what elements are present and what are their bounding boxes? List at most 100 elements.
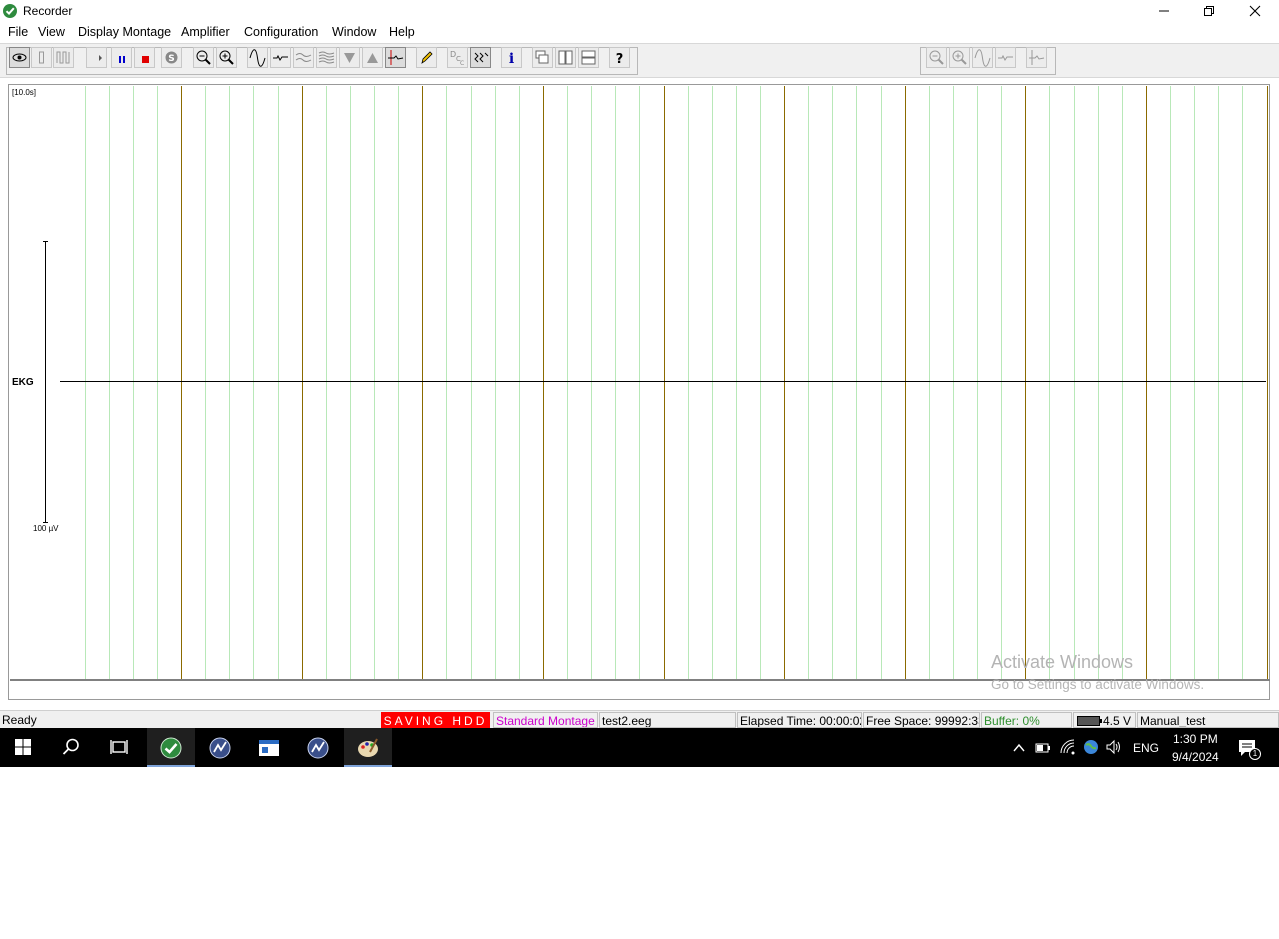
baseline-marker-icon xyxy=(1029,50,1045,65)
impedance-button[interactable] xyxy=(31,47,52,68)
start-button[interactable] xyxy=(0,728,48,767)
close-button[interactable] xyxy=(1232,0,1278,22)
minimize-icon xyxy=(1159,10,1169,12)
notification-count-badge: 1 xyxy=(1249,748,1261,760)
signal-grid xyxy=(43,86,1268,680)
menu-bar: File View Display Montage Amplifier Conf… xyxy=(0,22,1279,43)
dc-correction-button[interactable]: DCC xyxy=(447,47,468,68)
play-icon xyxy=(99,55,102,61)
taskbar-paint-app[interactable] xyxy=(344,728,392,767)
secondary-scale-up-button[interactable] xyxy=(972,47,993,68)
pencil-icon xyxy=(421,51,433,64)
pause-button[interactable] xyxy=(111,47,132,68)
menu-amplifier[interactable]: Amplifier xyxy=(181,25,230,39)
menu-file[interactable]: File xyxy=(8,25,28,39)
taskbar-analyzer-app-1[interactable] xyxy=(196,728,244,767)
more-channels-button[interactable] xyxy=(316,47,337,68)
wave-small-icon xyxy=(273,54,288,61)
page-down-button[interactable] xyxy=(339,47,360,68)
baseline-button[interactable] xyxy=(385,47,406,68)
page-up-button[interactable] xyxy=(362,47,383,68)
status-workspace: Manual_test xyxy=(1137,712,1279,728)
tile-vertical-button[interactable] xyxy=(555,47,576,68)
taskbar-recorder-app[interactable] xyxy=(147,728,195,767)
task-view-icon xyxy=(110,740,128,754)
taskbar-analyzer-app-2[interactable] xyxy=(294,728,342,767)
maximize-button[interactable] xyxy=(1186,0,1232,22)
status-battery-voltage: 4.5 V xyxy=(1103,714,1132,728)
clock-date[interactable]: 9/4/2024 xyxy=(1172,750,1219,764)
analyzer-app-icon xyxy=(209,737,231,759)
zoom-out-button[interactable] xyxy=(193,47,214,68)
status-file-name: test2.eeg xyxy=(599,712,736,728)
cascade-icon xyxy=(535,50,549,64)
action-center-button[interactable]: 1 xyxy=(1237,738,1261,760)
battery-tray-icon[interactable] xyxy=(1034,740,1052,756)
start-monitoring-button[interactable] xyxy=(86,47,107,68)
show-hidden-icons-chevron-icon[interactable] xyxy=(1012,741,1026,755)
recorder-app-icon xyxy=(160,737,182,759)
impedance-icon xyxy=(39,51,44,64)
language-indicator[interactable]: ENG xyxy=(1133,741,1159,755)
secondary-baseline-button[interactable] xyxy=(1026,47,1047,68)
filter-button[interactable] xyxy=(470,47,491,68)
annotation-pen-button[interactable] xyxy=(416,47,437,68)
window-title: Recorder xyxy=(23,4,73,18)
triangle-up-icon xyxy=(367,53,378,63)
secondary-zoom-out-button[interactable] xyxy=(926,47,947,68)
secondary-zoom-in-button[interactable] xyxy=(949,47,970,68)
two-waves-icon xyxy=(295,53,312,62)
status-montage: Standard Montage xyxy=(493,712,598,728)
scale-up-button[interactable] xyxy=(247,47,268,68)
menu-display-montage[interactable]: Display Montage xyxy=(78,25,171,39)
tile-vertical-icon xyxy=(558,50,573,65)
zoom-in-icon xyxy=(952,50,967,65)
test-signal-button[interactable] xyxy=(53,47,74,68)
menu-configuration[interactable]: Configuration xyxy=(244,25,318,39)
task-view-button[interactable] xyxy=(96,728,144,767)
eye-icon xyxy=(12,53,27,62)
menu-view[interactable]: View xyxy=(38,25,65,39)
wave-small-icon xyxy=(998,54,1013,61)
globe-network-icon[interactable] xyxy=(1083,739,1099,755)
status-free-space: Free Space: 99992:33:5 xyxy=(863,712,980,728)
menu-help[interactable]: Help xyxy=(389,25,415,39)
triangle-down-icon xyxy=(344,53,355,63)
battery-icon xyxy=(1077,716,1102,726)
wifi-icon[interactable] xyxy=(1059,739,1077,757)
status-ready: Ready xyxy=(2,713,37,727)
cascade-windows-button[interactable] xyxy=(532,47,553,68)
windows-taskbar: ENG 1:30 PM 9/4/2024 1 xyxy=(0,728,1279,767)
stop-icon xyxy=(142,56,149,63)
save-button[interactable]: S xyxy=(161,47,182,68)
volume-icon[interactable] xyxy=(1105,739,1123,755)
zoom-in-button[interactable] xyxy=(216,47,237,68)
help-button[interactable]: ? xyxy=(609,47,630,68)
fewer-channels-button[interactable] xyxy=(293,47,314,68)
search-button[interactable] xyxy=(48,728,96,767)
status-elapsed-time: Elapsed Time: 00:00:02 xyxy=(737,712,862,728)
analyzer-app-icon xyxy=(307,737,329,759)
taskbar-window-app[interactable] xyxy=(245,728,293,767)
channel-label-ekg[interactable]: EKG xyxy=(12,377,34,388)
info-icon: i xyxy=(509,51,514,67)
clock-time[interactable]: 1:30 PM xyxy=(1173,732,1218,746)
menu-window[interactable]: Window xyxy=(332,25,376,39)
activate-windows-subtitle: Go to Settings to activate Windows. xyxy=(991,677,1205,692)
pause-icon xyxy=(119,56,125,63)
info-button[interactable]: i xyxy=(501,47,522,68)
stop-button[interactable] xyxy=(134,47,155,68)
tile-horizontal-button[interactable] xyxy=(578,47,599,68)
scale-down-button[interactable] xyxy=(270,47,291,68)
dc-icon: D CC xyxy=(450,50,464,67)
svg-text:i: i xyxy=(509,51,514,67)
amplitude-scale-label: 100 µV xyxy=(33,524,59,533)
zoom-out-icon xyxy=(196,50,211,65)
secondary-scale-down-button[interactable] xyxy=(995,47,1016,68)
status-bar: Ready SAVING HDD Standard Montage test2.… xyxy=(0,710,1279,729)
restore-icon xyxy=(1204,6,1214,16)
minimize-button[interactable] xyxy=(1141,0,1187,22)
status-battery: 4.5 V xyxy=(1073,712,1136,728)
view-eye-button[interactable] xyxy=(9,47,30,68)
window-app-icon xyxy=(259,740,279,756)
